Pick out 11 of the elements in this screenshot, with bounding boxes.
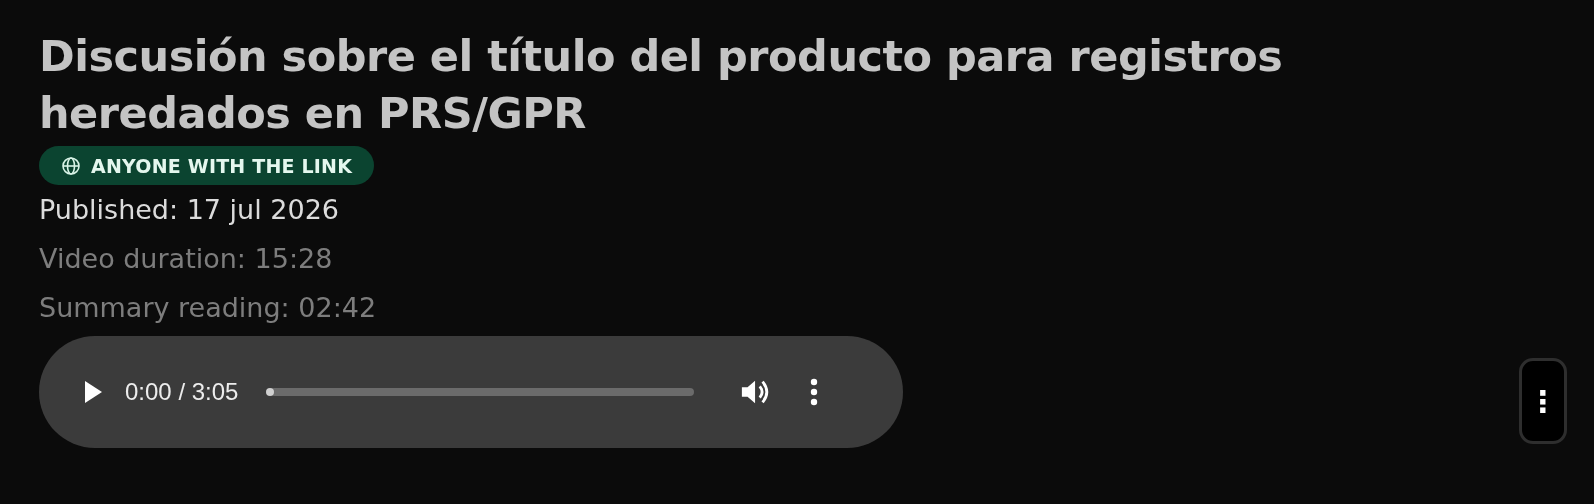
playback-time: 0:00 / 3:05 xyxy=(125,378,239,406)
page-title: Discusión sobre el título del producto para registros heredados en PRS/GPR xyxy=(39,30,1284,140)
globe-icon xyxy=(61,155,81,176)
meta-text: Video duration: 15:28 xyxy=(39,242,333,276)
meta-text: Published: 17 jul 2026 xyxy=(39,193,340,227)
options-icon[interactable] xyxy=(810,378,819,406)
progress-thumb[interactable] xyxy=(266,388,275,396)
play-icon[interactable] xyxy=(83,380,103,404)
badge-label: ANYONE WITH THE LINK xyxy=(91,154,353,177)
more-button[interactable]: ⋮ xyxy=(1519,358,1567,444)
meta-text: Summary reading: 02:42 xyxy=(39,291,377,325)
